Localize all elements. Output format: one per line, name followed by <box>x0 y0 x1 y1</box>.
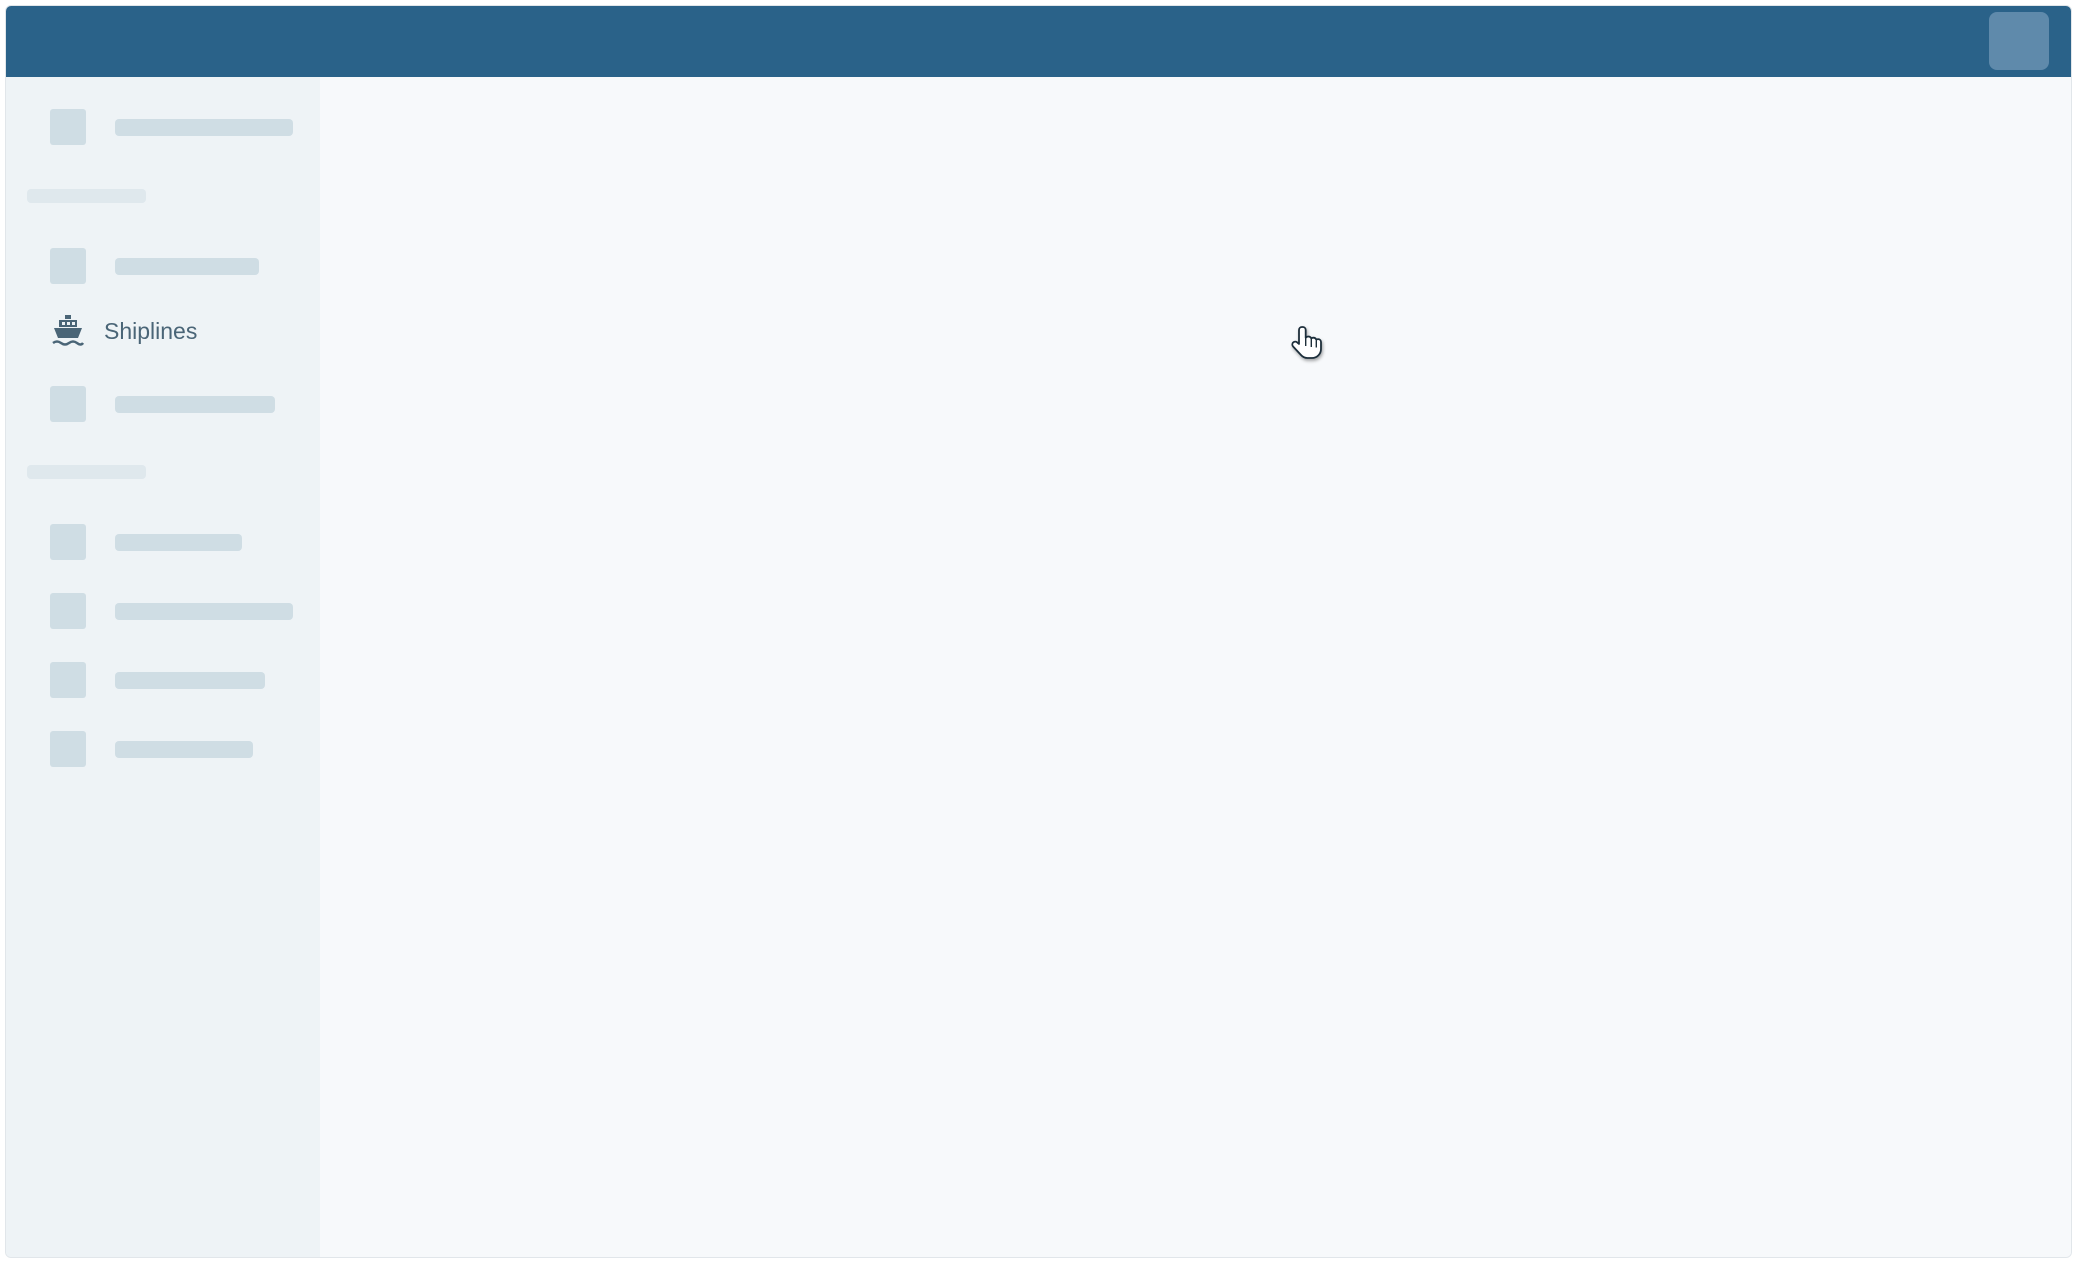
placeholder-icon <box>50 386 86 422</box>
sidebar-item-placeholder-7[interactable] <box>50 731 253 767</box>
ship-icon <box>50 313 86 349</box>
sidebar-item-placeholder-1[interactable] <box>50 109 293 145</box>
sidebar-item-label: Shiplines <box>104 317 198 344</box>
section-heading-placeholder-1 <box>27 189 146 203</box>
hand-pointer-icon <box>1290 324 1326 366</box>
section-heading-placeholder-2 <box>27 465 146 479</box>
placeholder-icon <box>50 109 86 145</box>
app-window: Shiplines <box>5 5 2072 1258</box>
placeholder-label <box>115 118 293 136</box>
top-bar <box>6 6 2071 77</box>
placeholder-label <box>115 533 242 551</box>
placeholder-icon <box>50 662 86 698</box>
sidebar-item-placeholder-5[interactable] <box>50 593 293 629</box>
sidebar-item-placeholder-3[interactable] <box>50 386 275 422</box>
placeholder-label <box>115 671 265 689</box>
placeholder-label <box>115 395 275 413</box>
placeholder-icon <box>50 731 86 767</box>
main-content-area <box>320 77 2071 1257</box>
user-avatar-placeholder[interactable] <box>1989 12 2049 70</box>
placeholder-label <box>115 602 293 620</box>
sidebar-item-placeholder-2[interactable] <box>50 248 259 284</box>
sidebar-item-placeholder-4[interactable] <box>50 524 242 560</box>
placeholder-label <box>115 257 259 275</box>
sidebar-item-shiplines[interactable]: Shiplines <box>50 313 197 349</box>
placeholder-icon <box>50 593 86 629</box>
sidebar: Shiplines <box>6 77 320 1257</box>
placeholder-icon <box>50 248 86 284</box>
sidebar-item-placeholder-6[interactable] <box>50 662 265 698</box>
placeholder-label <box>115 740 253 758</box>
placeholder-icon <box>50 524 86 560</box>
